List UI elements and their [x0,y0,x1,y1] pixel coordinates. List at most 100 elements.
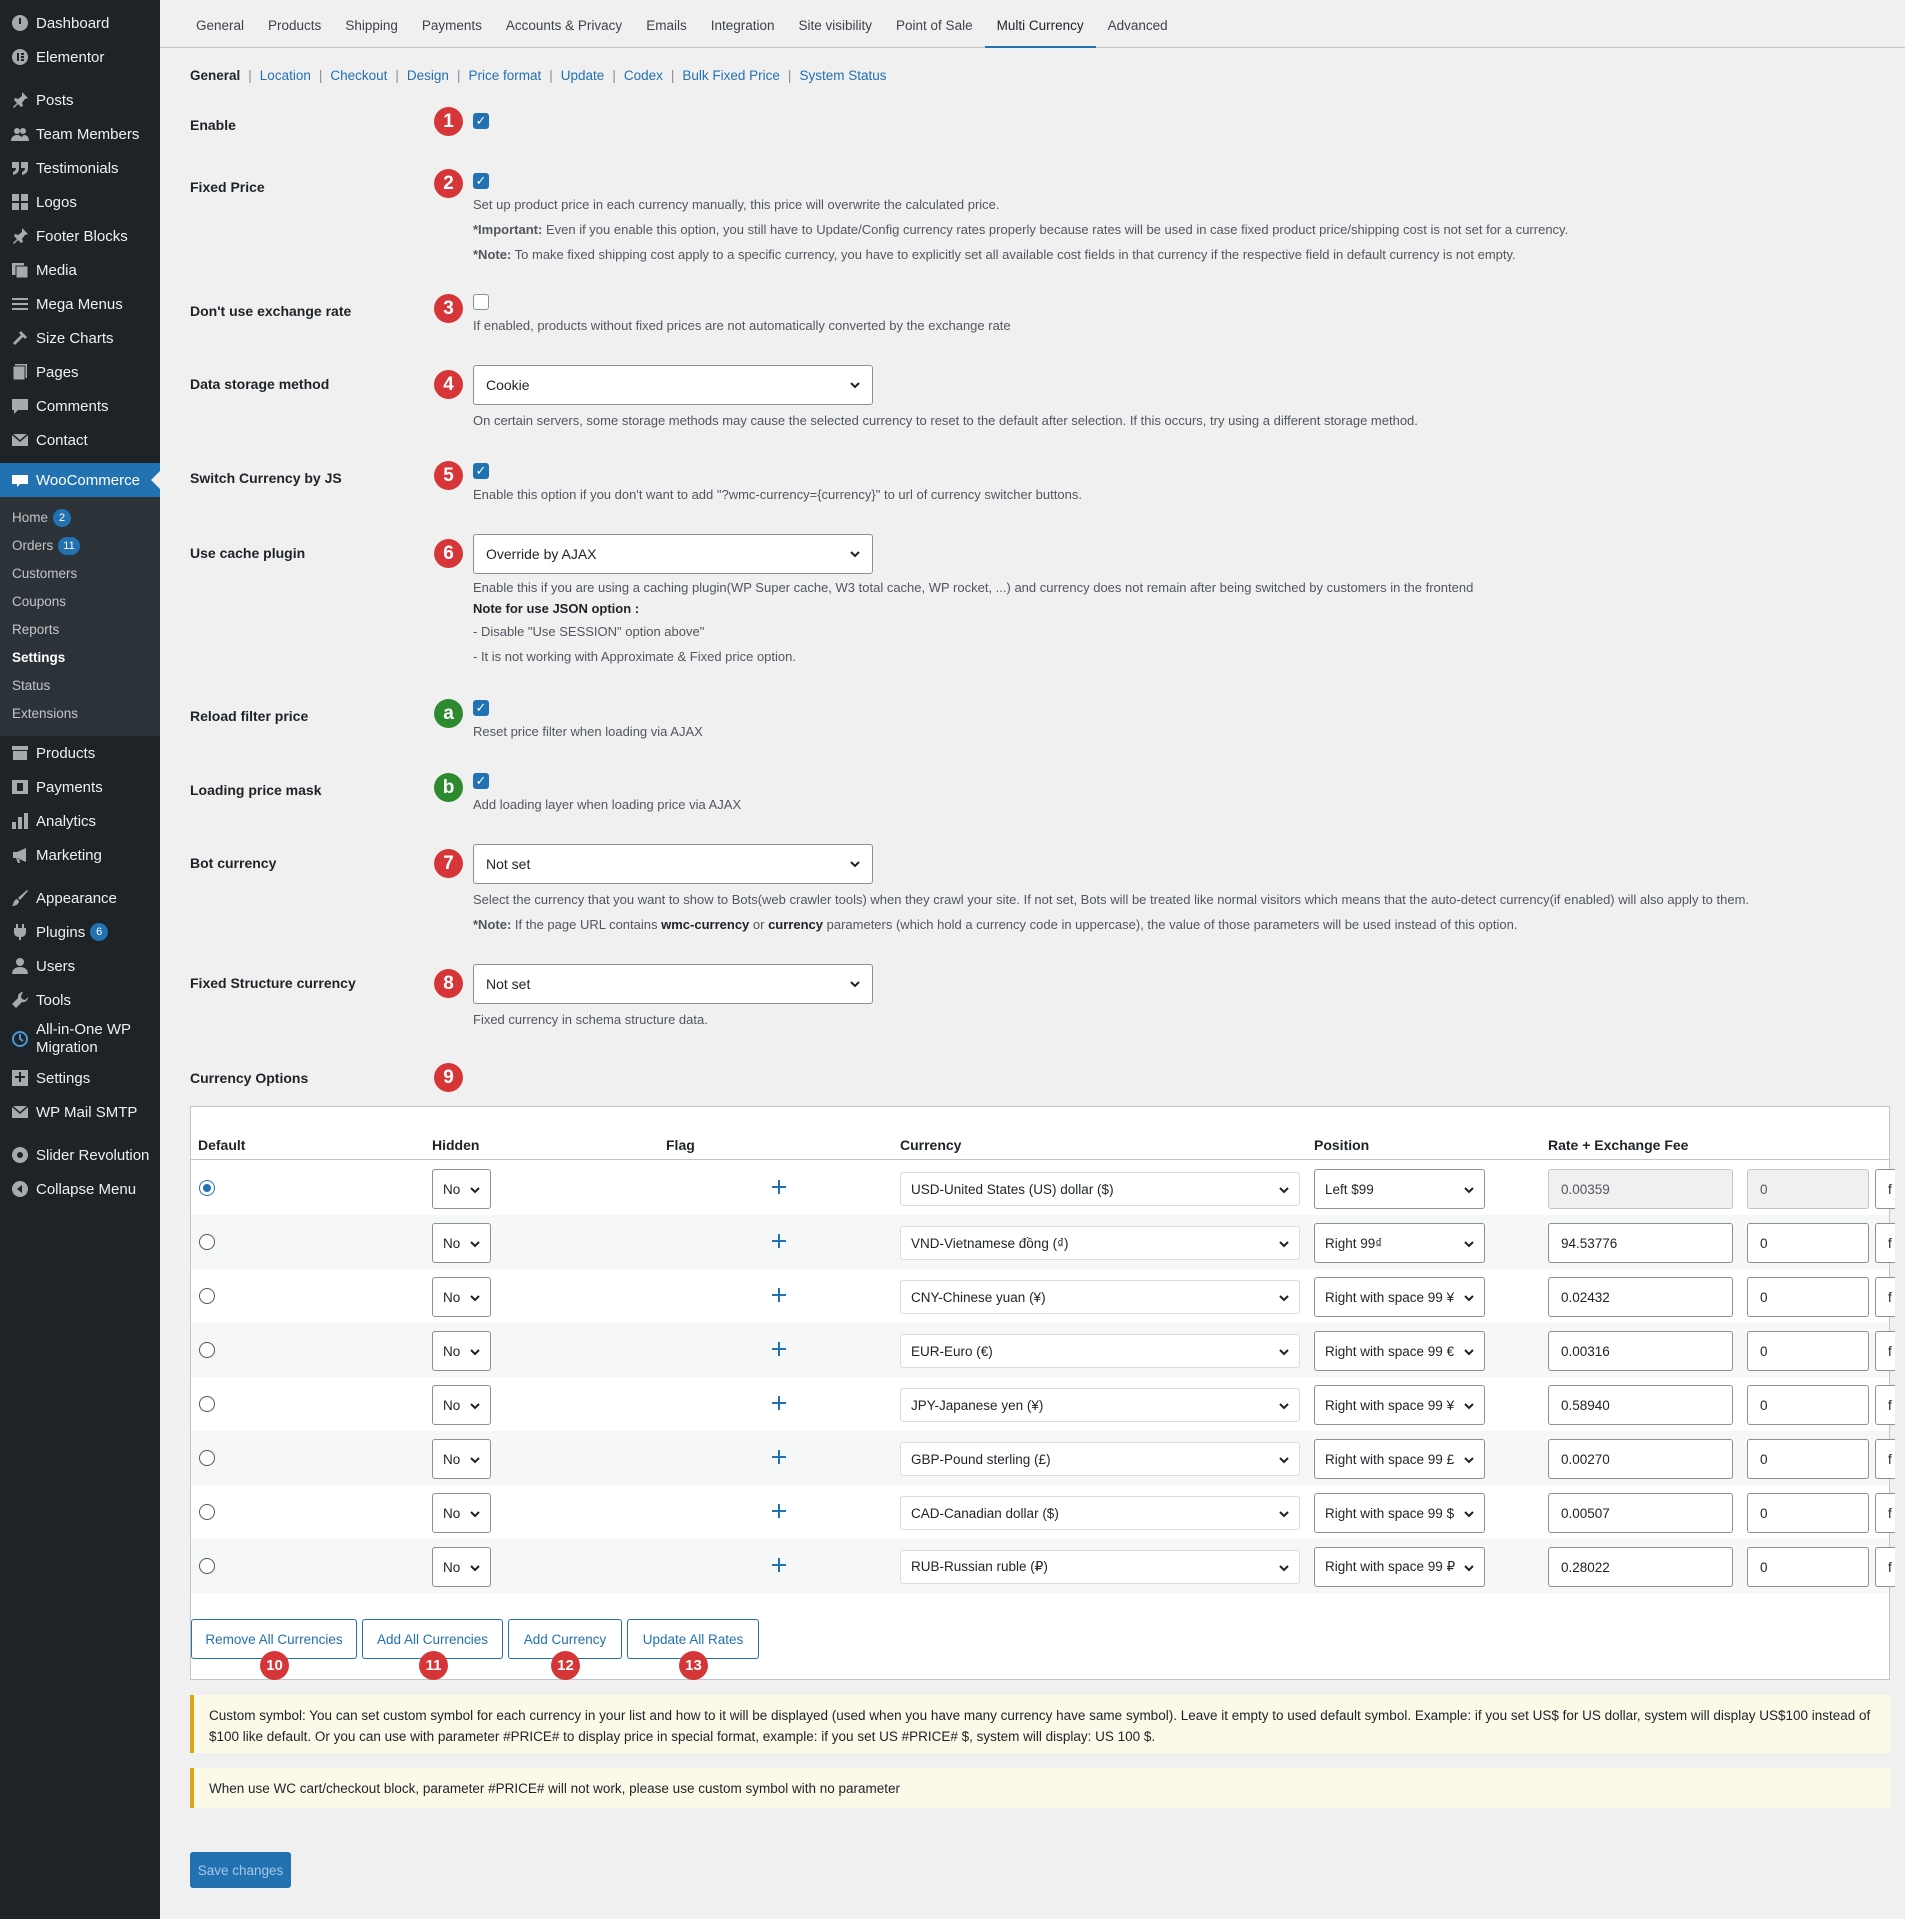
position-select[interactable]: Right with space 99 £ [1314,1439,1485,1479]
subtab-codex[interactable]: Codex [624,68,663,83]
add-flag-icon[interactable] [767,1391,791,1415]
add-flag-icon[interactable] [767,1553,791,1577]
add-flag-icon[interactable] [767,1337,791,1361]
submenu-item-home[interactable]: Home 2 [0,504,160,532]
menu-item-tools[interactable]: Tools [0,983,160,1017]
submenu-item-settings[interactable]: Settings [0,644,160,672]
menu-item-settings[interactable]: Settings [0,1061,160,1095]
subtab-update[interactable]: Update [561,68,605,83]
position-select[interactable]: Right with space 99 ¥ [1314,1385,1485,1425]
submenu-item-customers[interactable]: Customers [0,560,160,588]
menu-item-mega-menus[interactable]: Mega Menus [0,287,160,321]
no-exchange-checkbox[interactable] [473,294,489,310]
default-currency-radio[interactable] [199,1396,215,1412]
default-currency-radio[interactable] [199,1504,215,1520]
currency-select[interactable]: CNY-Chinese yuan (¥) [900,1280,1300,1314]
default-currency-radio[interactable] [199,1558,215,1574]
fixed-price-checkbox[interactable] [473,173,489,189]
exchange-fee-input[interactable]: 0 [1747,1493,1869,1533]
exchange-fee-input[interactable]: 0 [1747,1547,1869,1587]
menu-item-users[interactable]: Users [0,949,160,983]
extra-field-input[interactable]: f [1875,1331,1895,1371]
menu-item-team-members[interactable]: Team Members [0,117,160,151]
hidden-select[interactable]: No [432,1385,491,1425]
hidden-select[interactable]: No [432,1331,491,1371]
hidden-select[interactable]: No [432,1439,491,1479]
position-select[interactable]: Right 99₫ [1314,1223,1485,1263]
exchange-fee-input[interactable]: 0 [1747,1169,1869,1209]
enable-checkbox[interactable] [473,113,489,129]
position-select[interactable]: Right with space 99 ₽ [1314,1547,1485,1587]
exchange-fee-input[interactable]: 0 [1747,1439,1869,1479]
add-flag-icon[interactable] [767,1175,791,1199]
menu-item-collapse-menu[interactable]: Collapse Menu [0,1172,160,1206]
position-select[interactable]: Right with space 99 $ [1314,1493,1485,1533]
menu-item-appearance[interactable]: Appearance [0,881,160,915]
exchange-fee-input[interactable]: 0 [1747,1277,1869,1317]
hidden-select[interactable]: No [432,1223,491,1263]
subtab-bulk-fixed-price[interactable]: Bulk Fixed Price [682,68,780,83]
menu-item-posts[interactable]: Posts [0,83,160,117]
currency-select[interactable]: VND-Vietnamese đồng (₫) [900,1226,1300,1260]
subtab-system-status[interactable]: System Status [799,68,886,83]
menu-item-wp-mail-smtp[interactable]: WP Mail SMTP [0,1095,160,1129]
submenu-item-status[interactable]: Status [0,672,160,700]
position-select[interactable]: Left $99 [1314,1169,1485,1209]
add-flag-icon[interactable] [767,1445,791,1469]
menu-item-media[interactable]: Media [0,253,160,287]
position-select[interactable]: Right with space 99 € [1314,1331,1485,1371]
save-changes-button[interactable]: Save changes [190,1852,291,1888]
extra-field-input[interactable]: f [1875,1547,1895,1587]
rate-input[interactable]: 0.58940 [1548,1385,1733,1425]
currency-select[interactable]: RUB-Russian ruble (₽) [900,1550,1300,1584]
default-currency-radio[interactable] [199,1288,215,1304]
subtab-checkout[interactable]: Checkout [330,68,387,83]
menu-item-size-charts[interactable]: Size Charts [0,321,160,355]
extra-field-input[interactable]: f [1875,1169,1895,1209]
hidden-select[interactable]: No [432,1493,491,1533]
hidden-select[interactable]: No [432,1277,491,1317]
tab-integration[interactable]: Integration [699,0,787,48]
tab-site-visibility[interactable]: Site visibility [787,0,885,48]
subtab-location[interactable]: Location [260,68,311,83]
menu-item-plugins[interactable]: Plugins 6 [0,915,160,949]
add-flag-icon[interactable] [767,1283,791,1307]
extra-field-input[interactable]: f [1875,1493,1895,1533]
add-flag-icon[interactable] [767,1499,791,1523]
tab-point-of-sale[interactable]: Point of Sale [884,0,985,48]
submenu-item-orders[interactable]: Orders 11 [0,532,160,560]
currency-select[interactable]: CAD-Canadian dollar ($) [900,1496,1300,1530]
loading-mask-checkbox[interactable] [473,773,489,789]
exchange-fee-input[interactable]: 0 [1747,1331,1869,1371]
submenu-item-reports[interactable]: Reports [0,616,160,644]
currency-select[interactable]: JPY-Japanese yen (¥) [900,1388,1300,1422]
rate-input[interactable]: 0.28022 [1548,1547,1733,1587]
default-currency-radio[interactable] [199,1450,215,1466]
tab-payments[interactable]: Payments [410,0,494,48]
menu-item-logos[interactable]: Logos [0,185,160,219]
menu-item-analytics[interactable]: Analytics [0,804,160,838]
storage-method-select[interactable]: Cookie [473,365,873,405]
submenu-item-extensions[interactable]: Extensions [0,700,160,728]
menu-item-slider-revolution[interactable]: Slider Revolution [0,1138,160,1172]
tab-multi-currency[interactable]: Multi Currency [984,0,1096,48]
tab-products[interactable]: Products [256,0,333,48]
default-currency-radio[interactable] [199,1234,215,1250]
menu-item-comments[interactable]: Comments [0,389,160,423]
submenu-item-coupons[interactable]: Coupons [0,588,160,616]
tab-shipping[interactable]: Shipping [333,0,410,48]
exchange-fee-input[interactable]: 0 [1747,1385,1869,1425]
menu-item-dashboard[interactable]: Dashboard [0,6,160,40]
rate-input[interactable]: 0.02432 [1548,1277,1733,1317]
extra-field-input[interactable]: f [1875,1439,1895,1479]
subtab-price-format[interactable]: Price format [468,68,541,83]
hidden-select[interactable]: No [432,1169,491,1209]
menu-item-elementor[interactable]: Elementor [0,40,160,74]
extra-field-input[interactable]: f [1875,1277,1895,1317]
extra-field-input[interactable]: f [1875,1385,1895,1425]
extra-field-input[interactable]: f [1875,1223,1895,1263]
exchange-fee-input[interactable]: 0 [1747,1223,1869,1263]
menu-item-pages[interactable]: Pages [0,355,160,389]
tab-general[interactable]: General [184,0,256,48]
currency-select[interactable]: EUR-Euro (€) [900,1334,1300,1368]
